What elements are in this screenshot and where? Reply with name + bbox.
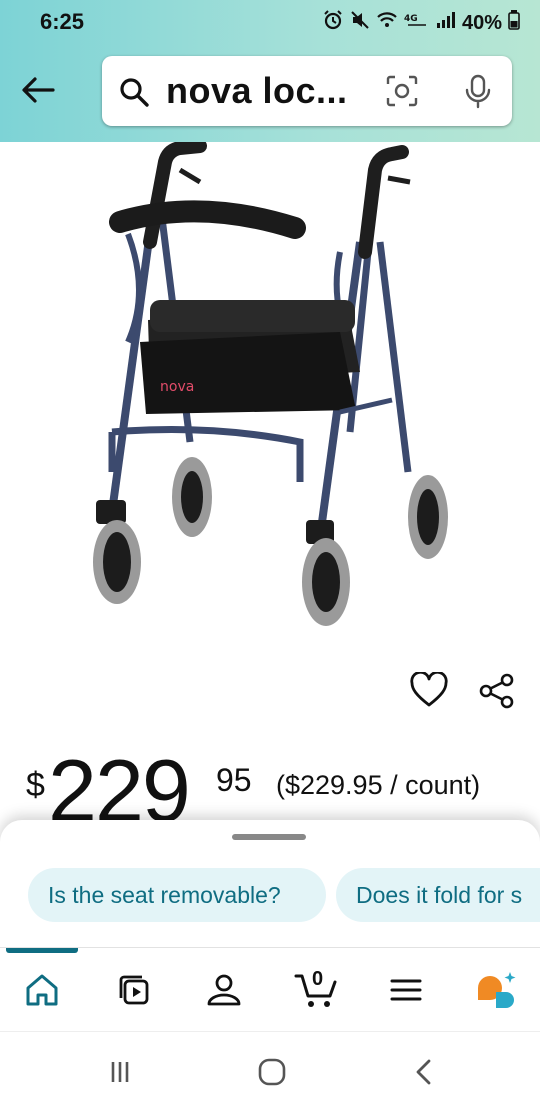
search-bar[interactable]: nova loc... [102,56,512,126]
search-input[interactable]: nova loc... [166,70,348,112]
rufus-icon [478,972,516,1008]
menu-icon [390,979,422,1001]
battery-text: 40% [461,11,502,34]
price-currency: $ [26,766,45,804]
home-circle-icon [258,1058,286,1086]
tab-account[interactable] [202,968,246,1012]
tab-menu[interactable] [384,968,428,1012]
battery-icon [508,10,520,36]
price-per-unit: ($229.95 / count) [276,770,481,800]
alarm-icon [322,9,344,37]
home-icon [26,974,58,1006]
tab-rufus[interactable] [474,968,518,1012]
product-actions [0,670,540,714]
brand-logo: nova [160,379,194,395]
tab-video[interactable] [112,968,156,1012]
cart-count: 0 [312,968,324,990]
camera-icon[interactable] [384,73,420,114]
bottom-tab-bar: 0 [0,947,540,1032]
status-icons: 4G 40% [322,9,520,37]
product-image[interactable]: nova [0,139,540,652]
recent-apps-icon [111,1062,129,1082]
suggestion-chip[interactable]: Is the seat removable? [28,868,326,922]
active-tab-indicator [6,948,78,953]
tab-home[interactable] [20,968,64,1012]
wifi-icon [376,10,398,36]
price-cents: 95 [216,762,252,798]
heart-icon[interactable] [410,670,448,713]
suggestion-chip[interactable]: Does it fold for s [336,868,540,922]
lte-icon: 4G [404,11,430,35]
account-icon [207,974,241,1006]
share-icon[interactable] [478,672,516,715]
system-nav-bar [0,1031,540,1111]
back-arrow-icon [22,77,55,103]
search-icon [118,76,150,113]
back-chevron-icon [416,1059,431,1085]
svg-text:4G: 4G [404,14,418,24]
back-button[interactable] [16,68,60,112]
status-bar: 6:25 4G 40% [0,0,540,44]
home-nav-button[interactable] [252,1054,292,1090]
back-nav-button[interactable] [404,1054,444,1090]
suggestion-sheet: Is the seat removable? Does it fold for … [0,820,540,960]
status-time: 6:25 [40,9,85,34]
mic-icon[interactable] [460,73,496,116]
sheet-drag-handle[interactable] [232,834,306,840]
signal-icon [436,11,456,35]
video-icon [119,975,149,1005]
app-header: 6:25 4G 40% nova loc... [0,0,540,142]
recent-apps-button[interactable] [100,1054,140,1090]
tab-cart[interactable]: 0 [292,968,344,1012]
mute-icon [350,10,370,36]
